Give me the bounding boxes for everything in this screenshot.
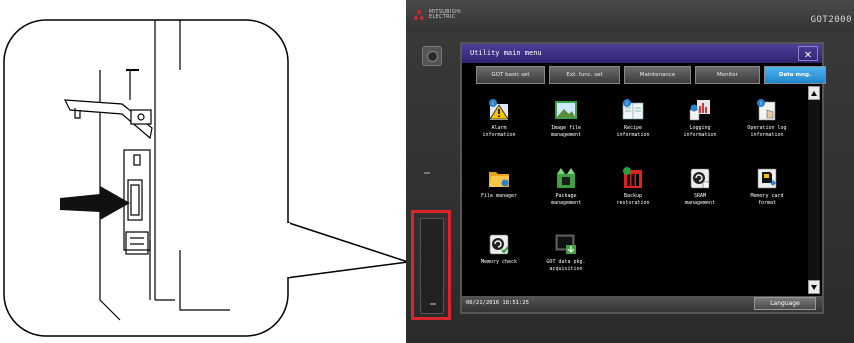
scroll-up-button[interactable] — [808, 86, 820, 100]
memory-card-icon — [757, 168, 777, 189]
close-button[interactable]: ✕ — [798, 46, 818, 61]
tab-bar: GOT basic set Ext. func. set Maintenance… — [476, 66, 830, 84]
menu-item-package-management[interactable]: Package management — [531, 166, 601, 206]
power-button[interactable] — [422, 46, 442, 66]
svg-text:i: i — [626, 101, 627, 107]
tab-ext-func-set[interactable]: Ext. func. set — [549, 66, 620, 84]
utility-screen: Utility main menu ✕ GOT basic set Ext. f… — [460, 42, 826, 314]
three-diamonds-icon — [414, 9, 424, 21]
got-brand: GOT2000 — [810, 15, 852, 25]
svg-text:i: i — [760, 101, 761, 107]
image-file-icon — [555, 101, 577, 119]
maker-line2: ELECTRIC — [429, 14, 456, 20]
logging-icon — [689, 100, 710, 121]
package-icon — [557, 168, 575, 188]
operation-log-icon: i — [757, 99, 776, 121]
svg-text:i: i — [492, 101, 493, 107]
item-label: Package management — [550, 193, 582, 206]
tab-got-basic-set[interactable]: GOT basic set — [476, 66, 545, 84]
menu-item-image-file-management[interactable]: Image file management — [531, 98, 601, 138]
menu-item-file-manager[interactable]: File manager — [464, 166, 534, 200]
device-top-bezel: MITSUBISHI ELECTRIC GOT2000 — [406, 0, 854, 32]
menu-item-sram-management[interactable]: SRAM management — [665, 166, 735, 206]
menu-item-got-data-pkg-acquisition[interactable]: GOT data pkg. acquisition — [531, 232, 601, 272]
callout-illustration — [3, 19, 409, 337]
menu-item-operation-log-information[interactable]: i Operation log information — [732, 98, 802, 138]
window-title: Utility main menu — [470, 49, 542, 57]
scroll-down-button[interactable] — [808, 280, 820, 294]
tab-data-mng[interactable]: Data mng. — [764, 66, 826, 84]
scrollbar[interactable] — [808, 86, 820, 294]
status-bar: 06/21/2016 18:51:25 Language — [462, 296, 822, 312]
item-label: Recipe information — [616, 125, 650, 138]
status-led — [424, 172, 430, 174]
language-button[interactable]: Language — [754, 297, 816, 310]
date-time: 06/21/2016 18:51:25 — [466, 300, 529, 306]
item-label: Operation log information — [747, 125, 787, 138]
data-pkg-icon — [555, 234, 576, 254]
item-label: Memory check — [480, 259, 518, 265]
menu-item-logging-information[interactable]: Logging information — [665, 98, 735, 138]
menu-grid: i Alarm information Image file managemen… — [464, 86, 810, 292]
menu-item-alarm-information[interactable]: i Alarm information — [464, 98, 534, 138]
got-device: MITSUBISHI ELECTRIC GOT2000 Utility main… — [406, 0, 854, 343]
tab-maintenance[interactable]: Maintenance — [624, 66, 691, 84]
maker-name: MITSUBISHI ELECTRIC — [429, 10, 461, 20]
item-label: SRAM management — [684, 193, 716, 206]
slot-latch — [430, 303, 436, 305]
item-label: File manager — [480, 193, 518, 199]
tab-monitor[interactable]: Monitor — [695, 66, 760, 84]
folder-icon — [489, 172, 509, 187]
highlighted-card-slot — [411, 210, 451, 320]
item-label: Backup restoration — [616, 193, 650, 206]
alarm-info-icon: i — [489, 99, 509, 120]
item-label: Image file management — [550, 125, 582, 138]
sram-icon — [690, 168, 710, 189]
sd-card-slot-cover[interactable] — [420, 218, 444, 314]
backup-icon — [623, 167, 642, 188]
mitsubishi-logo: MITSUBISHI ELECTRIC — [412, 9, 461, 21]
item-label: GOT data pkg. acquisition — [546, 259, 586, 272]
callout-pointer — [285, 220, 409, 279]
recipe-book-icon: i — [622, 99, 644, 120]
item-label: Logging information — [683, 125, 717, 138]
item-label: Alarm information — [482, 125, 516, 138]
menu-item-memory-check[interactable]: Memory check — [464, 232, 534, 266]
title-bar: Utility main menu ✕ — [462, 44, 822, 63]
item-label: Memory card format — [750, 193, 784, 206]
menu-item-backup-restoration[interactable]: Backup restoration — [598, 166, 668, 206]
menu-item-memory-card-format[interactable]: Memory card format — [732, 166, 802, 206]
memory-check-icon — [489, 234, 509, 255]
menu-item-recipe-information[interactable]: i Recipe information — [598, 98, 668, 138]
